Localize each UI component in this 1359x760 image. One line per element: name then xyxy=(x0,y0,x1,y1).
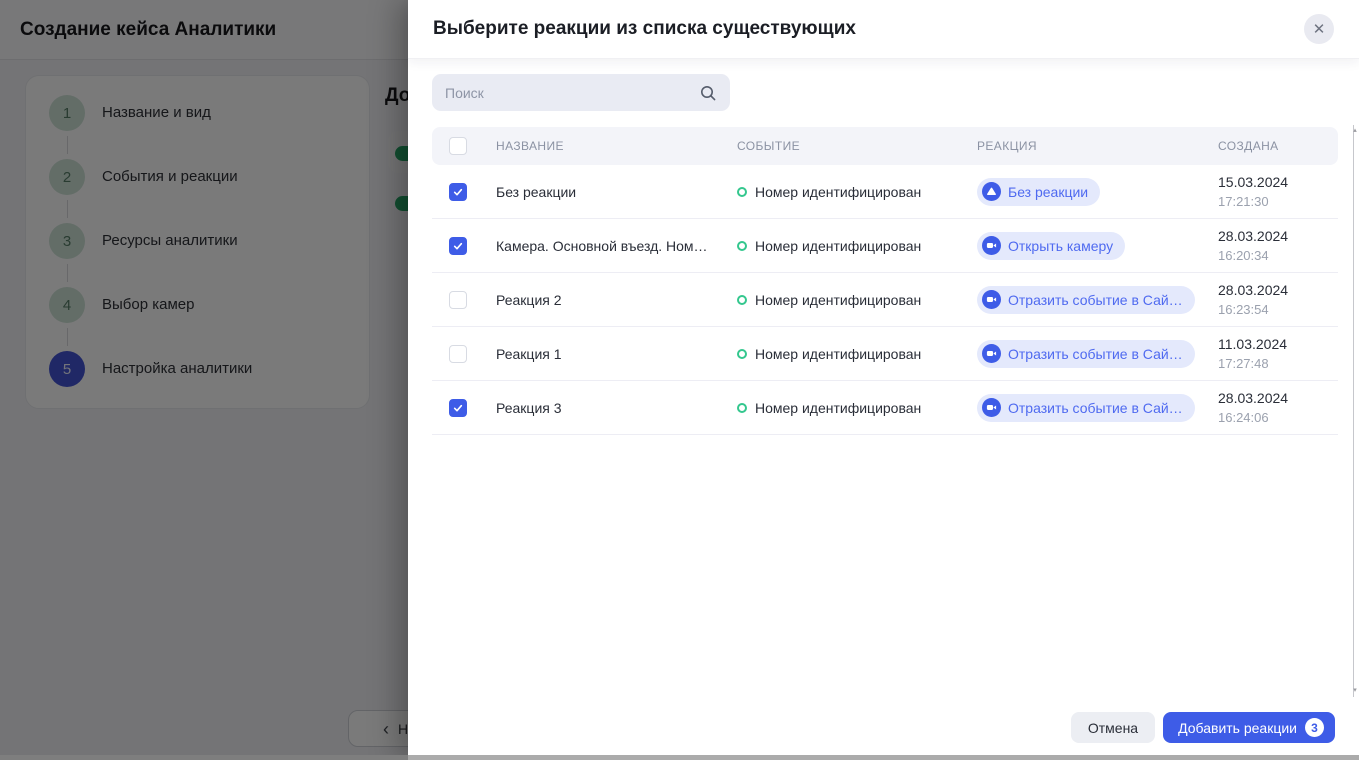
row-checkbox[interactable] xyxy=(449,345,467,363)
add-reactions-label: Добавить реакции xyxy=(1178,720,1297,736)
event-cell: Номер идентифицирован xyxy=(737,184,977,200)
reaction-camera-icon xyxy=(986,348,997,359)
reaction-camera-icon xyxy=(986,402,997,413)
created-cell: 28.03.2024 16:20:34 xyxy=(1218,226,1338,265)
reaction-cell: Отразить событие в Сай… xyxy=(977,286,1218,314)
table-row[interactable]: Камера. Основной въезд. Ном… Номер идент… xyxy=(432,219,1338,273)
search-icon xyxy=(699,84,717,102)
selected-count-badge: 3 xyxy=(1305,718,1324,737)
created-time: 16:20:34 xyxy=(1218,246,1338,265)
reaction-badge: Отразить событие в Сай… xyxy=(977,286,1195,314)
reaction-badge: Отразить событие в Сай… xyxy=(977,394,1195,422)
search-box[interactable] xyxy=(432,74,730,111)
close-icon: ✕ xyxy=(1313,20,1326,38)
reaction-badge-icon xyxy=(982,236,1001,255)
reaction-badge-icon xyxy=(982,182,1001,201)
close-button[interactable]: ✕ xyxy=(1304,14,1334,44)
reactions-table: НАЗВАНИЕ СОБЫТИЕ РЕАКЦИЯ СОЗДАНА Без реа… xyxy=(432,127,1338,435)
reaction-name: Реакция 3 xyxy=(496,400,737,416)
created-cell: 28.03.2024 16:23:54 xyxy=(1218,280,1338,319)
created-date: 28.03.2024 xyxy=(1218,280,1338,300)
created-date: 28.03.2024 xyxy=(1218,226,1338,246)
reaction-name: Без реакции xyxy=(496,184,737,200)
reaction-label: Без реакции xyxy=(1008,184,1088,200)
event-label: Номер идентифицирован xyxy=(755,238,921,254)
created-cell: 15.03.2024 17:21:30 xyxy=(1218,172,1338,211)
row-checkbox[interactable] xyxy=(449,183,467,201)
table-row[interactable]: Без реакции Номер идентифицирован Без ре… xyxy=(432,165,1338,219)
event-label: Номер идентифицирован xyxy=(755,292,921,308)
reaction-cell: Отразить событие в Сай… xyxy=(977,394,1218,422)
reaction-badge-icon xyxy=(982,290,1001,309)
created-time: 16:23:54 xyxy=(1218,300,1338,319)
reaction-cell: Открыть камеру xyxy=(977,232,1218,260)
cancel-button[interactable]: Отмена xyxy=(1071,712,1155,743)
add-reactions-button[interactable]: Добавить реакции 3 xyxy=(1163,712,1335,743)
reaction-badge-icon xyxy=(982,398,1001,417)
event-cell: Номер идентифицирован xyxy=(737,238,977,254)
reaction-badge: Без реакции xyxy=(977,178,1100,206)
reaction-badge: Отразить событие в Сай… xyxy=(977,340,1195,368)
green-ring-icon xyxy=(737,241,747,251)
row-checkbox[interactable] xyxy=(449,291,467,309)
row-checkbox[interactable] xyxy=(449,237,467,255)
reaction-badge-icon xyxy=(982,344,1001,363)
modal-header: Выберите реакции из списка существующих … xyxy=(408,0,1359,59)
reaction-label: Отразить событие в Сай… xyxy=(1008,400,1183,416)
created-time: 16:24:06 xyxy=(1218,408,1338,427)
created-time: 17:27:48 xyxy=(1218,354,1338,373)
reaction-badge: Открыть камеру xyxy=(977,232,1125,260)
column-header-reaction: РЕАКЦИЯ xyxy=(977,139,1218,153)
reaction-label: Открыть камеру xyxy=(1008,238,1113,254)
reaction-name: Реакция 1 xyxy=(496,346,737,362)
select-reactions-modal: Выберите реакции из списка существующих … xyxy=(408,0,1359,760)
reaction-bell-icon xyxy=(986,186,997,197)
created-date: 28.03.2024 xyxy=(1218,388,1338,408)
green-ring-icon xyxy=(737,187,747,197)
created-time: 17:21:30 xyxy=(1218,192,1338,211)
table-header-row: НАЗВАНИЕ СОБЫТИЕ РЕАКЦИЯ СОЗДАНА xyxy=(432,127,1338,165)
reaction-camera-icon xyxy=(986,240,997,251)
reaction-cell: Отразить событие в Сай… xyxy=(977,340,1218,368)
column-header-created: СОЗДАНА xyxy=(1218,139,1338,153)
scroll-up-icon[interactable]: ▴ xyxy=(1350,126,1359,134)
vertical-scrollbar[interactable] xyxy=(1353,125,1354,697)
reaction-camera-icon xyxy=(986,294,997,305)
row-checkbox[interactable] xyxy=(449,399,467,417)
reaction-name: Реакция 2 xyxy=(496,292,737,308)
cancel-button-label: Отмена xyxy=(1088,720,1138,736)
green-ring-icon xyxy=(737,295,747,305)
scroll-down-icon[interactable]: ▾ xyxy=(1350,686,1359,694)
table-row[interactable]: Реакция 3 Номер идентифицирован Отразить… xyxy=(432,381,1338,435)
created-date: 15.03.2024 xyxy=(1218,172,1338,192)
event-label: Номер идентифицирован xyxy=(755,400,921,416)
column-header-event: СОБЫТИЕ xyxy=(737,139,977,153)
event-cell: Номер идентифицирован xyxy=(737,400,977,416)
table-body: Без реакции Номер идентифицирован Без ре… xyxy=(432,165,1338,435)
event-label: Номер идентифицирован xyxy=(755,346,921,362)
modal-footer: Отмена Добавить реакции 3 xyxy=(408,712,1359,743)
horizontal-scrollbar[interactable] xyxy=(0,755,1359,760)
reaction-name: Камера. Основной въезд. Ном… xyxy=(496,238,737,254)
reaction-label: Отразить событие в Сай… xyxy=(1008,346,1183,362)
modal-title: Выберите реакции из списка существующих xyxy=(433,18,856,40)
created-cell: 11.03.2024 17:27:48 xyxy=(1218,334,1338,373)
green-ring-icon xyxy=(737,349,747,359)
table-row[interactable]: Реакция 1 Номер идентифицирован Отразить… xyxy=(432,327,1338,381)
reaction-cell: Без реакции xyxy=(977,178,1218,206)
table-row[interactable]: Реакция 2 Номер идентифицирован Отразить… xyxy=(432,273,1338,327)
search-input[interactable] xyxy=(445,85,699,101)
event-label: Номер идентифицирован xyxy=(755,184,921,200)
reaction-label: Отразить событие в Сай… xyxy=(1008,292,1183,308)
green-ring-icon xyxy=(737,403,747,413)
column-header-name: НАЗВАНИЕ xyxy=(496,139,737,153)
created-cell: 28.03.2024 16:24:06 xyxy=(1218,388,1338,427)
event-cell: Номер идентифицирован xyxy=(737,292,977,308)
created-date: 11.03.2024 xyxy=(1218,334,1338,354)
event-cell: Номер идентифицирован xyxy=(737,346,977,362)
select-all-checkbox[interactable] xyxy=(449,137,467,155)
